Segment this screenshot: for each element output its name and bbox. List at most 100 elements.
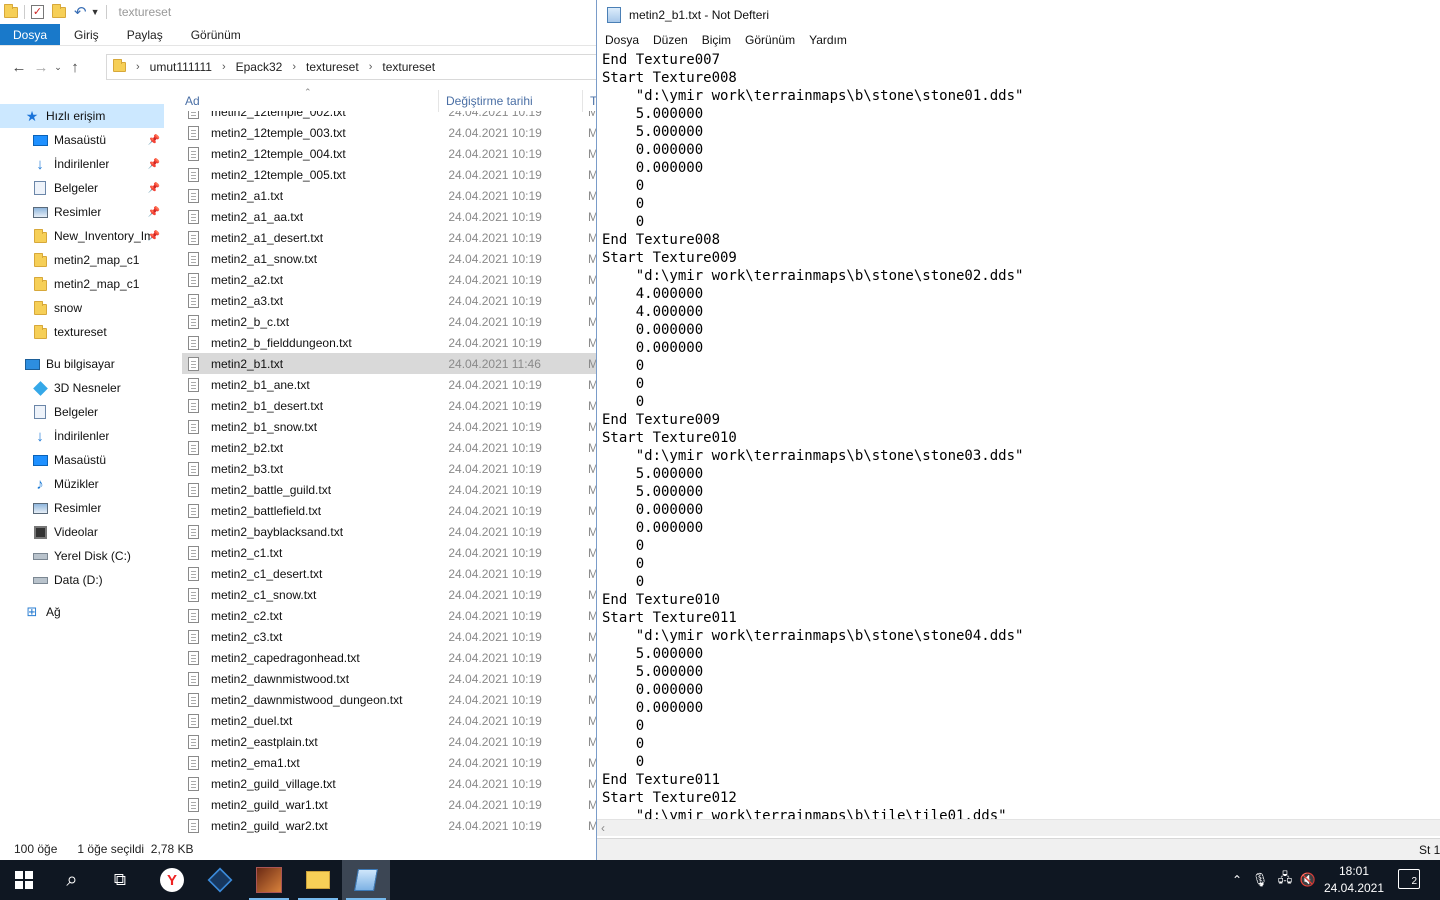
file-row[interactable]: metin2_c3.txt 24.04.2021 10:19 M [182,626,598,647]
file-row[interactable]: metin2_a2.txt 24.04.2021 10:19 M [182,269,598,290]
breadcrumb-item[interactable]: textureset [300,60,365,74]
file-row[interactable]: metin2_a1_snow.txt 24.04.2021 10:19 M [182,248,598,269]
file-row[interactable]: metin2_guild_war1.txt 24.04.2021 10:19 M [182,794,598,815]
file-row[interactable]: metin2_c1_snow.txt 24.04.2021 10:19 M [182,584,598,605]
chevron-down-icon[interactable]: ▼ [91,7,100,17]
tab-file[interactable]: Dosya [0,24,61,45]
file-row[interactable]: metin2_b1_snow.txt 24.04.2021 10:19 M [182,416,598,437]
file-row[interactable]: metin2_eastplain.txt 24.04.2021 10:19 M [182,731,598,752]
properties-icon[interactable]: ✓ [31,5,44,19]
virtualbox-button[interactable] [196,860,244,900]
nav-item[interactable]: Resimler 📌 [0,200,164,224]
search-button[interactable]: ⌕ [48,860,96,900]
nav-item[interactable]: Resimler [0,496,164,520]
file-explorer-button[interactable] [294,860,342,900]
task-view-button[interactable]: ⧉ [96,860,144,900]
chevron-right-icon[interactable]: › [132,61,144,73]
volume-muted-icon[interactable]: 🔇 [1297,860,1319,900]
file-row[interactable]: metin2_c2.txt 24.04.2021 10:19 M [182,605,598,626]
horizontal-scrollbar[interactable]: ‹ [597,819,1440,836]
nav-item[interactable]: Masaüstü [0,448,164,472]
file-row[interactable]: metin2_a1_desert.txt 24.04.2021 10:19 M [182,227,598,248]
pin-icon[interactable]: 📌 [148,159,160,170]
nav-item[interactable]: ♪ Müzikler [0,472,164,496]
file-row[interactable]: metin2_guild_war2.txt 24.04.2021 10:19 M [182,815,598,836]
up-button[interactable]: ↑ [64,59,86,76]
pin-icon[interactable]: 📌 [148,231,160,242]
nav-item[interactable]: ↓ İndirilenler [0,424,164,448]
file-row[interactable]: metin2_bayblacksand.txt 24.04.2021 10:19 M [182,521,598,542]
chevron-right-icon[interactable]: › [218,61,230,73]
recent-locations-button[interactable]: ⌄ [52,62,64,73]
taskbar-clock[interactable]: 18:01 24.04.2021 [1318,863,1390,897]
column-header-name[interactable]: Ad [185,94,200,108]
file-row[interactable]: metin2_b1.txt 24.04.2021 11:46 M [182,353,598,374]
scroll-left-icon[interactable]: ‹ [601,821,605,835]
nav-item[interactable]: metin2_map_c1 [0,272,164,296]
file-row[interactable]: metin2_b3.txt 24.04.2021 10:19 M [182,458,598,479]
breadcrumb-item[interactable]: textureset [376,60,441,74]
forward-button[interactable]: → [30,59,52,76]
nav-item[interactable]: 3D Nesneler [0,376,164,400]
file-row[interactable]: metin2_b2.txt 24.04.2021 10:19 M [182,437,598,458]
file-row[interactable]: metin2_guild_village.txt 24.04.2021 10:19… [182,773,598,794]
menu-help[interactable]: Yardım [802,33,854,47]
chevron-right-icon[interactable]: › [365,61,377,73]
nav-item[interactable]: metin2_map_c1 [0,248,164,272]
breadcrumb-item[interactable]: Epack32 [230,60,289,74]
menu-edit[interactable]: Düzen [646,33,695,47]
address-bar[interactable]: › umut111111 › Epack32 › textureset › te… [106,54,598,80]
file-row[interactable]: metin2_ema1.txt 24.04.2021 10:19 M [182,752,598,773]
file-row[interactable]: metin2_c1.txt 24.04.2021 10:19 M [182,542,598,563]
show-hidden-icons-button[interactable]: ⌃ [1226,860,1248,900]
file-row[interactable]: metin2_12temple_003.txt 24.04.2021 10:19 M [182,122,598,143]
tab-share[interactable]: Paylaş [113,24,177,45]
file-row[interactable]: metin2_12temple_002.txt 24.04.2021 10:19 M [182,111,598,122]
nav-item[interactable]: Yerel Disk (C:) [0,544,164,568]
nav-item[interactable]: Data (D:) [0,568,164,592]
file-row[interactable]: metin2_a1_aa.txt 24.04.2021 10:19 M [182,206,598,227]
nav-item[interactable]: ★ Hızlı erişim [0,104,164,128]
file-row[interactable]: metin2_b1_ane.txt 24.04.2021 10:19 M [182,374,598,395]
file-row[interactable]: metin2_dawnmistwood.txt 24.04.2021 10:19 M [182,668,598,689]
file-row[interactable]: metin2_battle_guild.txt 24.04.2021 10:19 M [182,479,598,500]
nav-item[interactable]: Belgeler [0,400,164,424]
file-row[interactable]: metin2_a1.txt 24.04.2021 10:19 M [182,185,598,206]
menu-format[interactable]: Biçim [695,33,738,47]
file-row[interactable]: metin2_capedragonhead.txt 24.04.2021 10:1… [182,647,598,668]
nav-item[interactable]: New_Inventory_Im 📌 [0,224,164,248]
menu-file[interactable]: Dosya [597,33,646,47]
nav-item[interactable]: ⊞ Ağ [0,600,164,624]
pin-icon[interactable]: 📌 [148,183,160,194]
chevron-right-icon[interactable]: › [288,61,300,73]
file-row[interactable]: metin2_battlefield.txt 24.04.2021 10:19 M [182,500,598,521]
nav-item[interactable]: textureset [0,320,164,344]
pin-icon[interactable]: 📌 [148,135,160,146]
file-row[interactable]: metin2_c1_desert.txt 24.04.2021 10:19 M [182,563,598,584]
notepad-button[interactable] [342,860,390,900]
start-button[interactable] [0,860,48,900]
undo-icon[interactable]: ↶ [74,3,87,21]
file-row[interactable]: metin2_dawnmistwood_dungeon.txt 24.04.202… [182,689,598,710]
yandex-browser-button[interactable]: Y [148,860,196,900]
pin-icon[interactable]: 📌 [148,207,160,218]
file-row[interactable]: metin2_12temple_005.txt 24.04.2021 10:19 M [182,164,598,185]
tab-home[interactable]: Giriş [60,24,113,45]
back-button[interactable]: ← [8,59,30,76]
nav-item[interactable]: ↓ İndirilenler 📌 [0,152,164,176]
nav-item[interactable]: Masaüstü 📌 [0,128,164,152]
notification-center-button[interactable]: 2 [1398,869,1420,889]
menu-view[interactable]: Görünüm [738,33,802,47]
game-app-button[interactable] [245,860,293,900]
file-row[interactable]: metin2_b1_desert.txt 24.04.2021 10:19 M [182,395,598,416]
file-row[interactable]: metin2_b_c.txt 24.04.2021 10:19 M [182,311,598,332]
new-folder-icon[interactable] [52,3,66,21]
file-row[interactable]: metin2_a3.txt 24.04.2021 10:19 M [182,290,598,311]
tab-view[interactable]: Görünüm [177,24,255,45]
file-row[interactable]: metin2_b_fielddungeon.txt 24.04.2021 10:1… [182,332,598,353]
column-header-date[interactable]: Değiştirme tarihi [446,94,533,108]
file-row[interactable]: metin2_12temple_004.txt 24.04.2021 10:19 M [182,143,598,164]
nav-item[interactable]: Videolar [0,520,164,544]
file-row[interactable]: metin2_duel.txt 24.04.2021 10:19 M [182,710,598,731]
text-editor[interactable]: End Texture007 Start Texture008 "d:\ymir … [597,50,1440,820]
